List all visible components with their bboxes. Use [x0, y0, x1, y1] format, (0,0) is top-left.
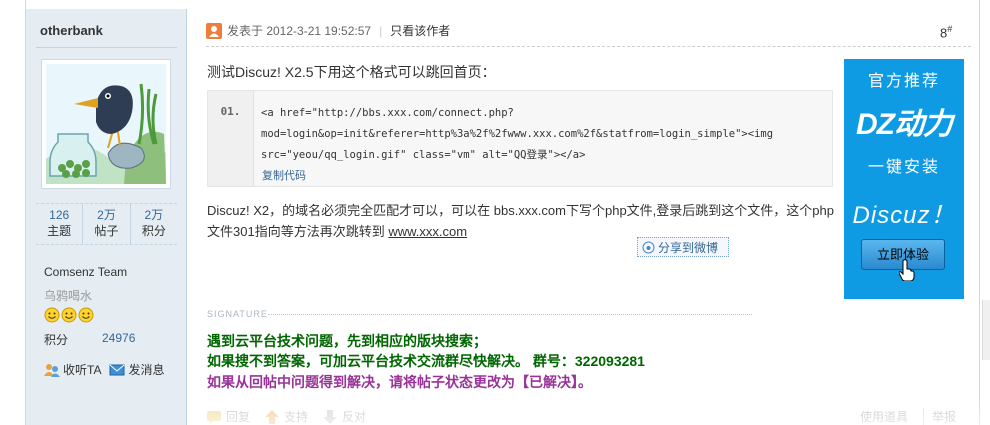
- code-text: <a href="http://bbs.xxx.com/connect.php?…: [261, 107, 780, 161]
- weibo-icon: [642, 241, 655, 253]
- follow-link[interactable]: 收听TA: [44, 361, 101, 378]
- use-tools-menu[interactable]: 使用道具: [860, 408, 908, 425]
- share-label: 分享到微博: [658, 240, 719, 255]
- post-header: 发表于 2012-3-21 19:52:57 | 只看该作者: [206, 22, 450, 39]
- avatar-image: [46, 64, 166, 184]
- smiley-icon: [44, 307, 60, 323]
- signature-line1: 遇到云平台技术问题，先到相应的版块搜索；: [207, 333, 487, 349]
- scrollbar[interactable]: [982, 300, 990, 360]
- copy-code-link[interactable]: 复制代码: [262, 167, 306, 183]
- envelope-icon: [109, 364, 125, 375]
- reply-button[interactable]: 回复: [206, 408, 250, 425]
- hand-cursor-icon: [899, 259, 915, 281]
- points-label: 积分: [44, 333, 69, 347]
- only-author-link[interactable]: 只看该作者: [390, 22, 450, 39]
- points-value: 24976: [102, 331, 136, 345]
- signature-title: SIGNATURE: [207, 309, 268, 319]
- support-button[interactable]: 支持: [264, 408, 308, 425]
- signature-line3: 如果从回帖中问题得到解决，请将帖子状态更改为【已解决】。: [207, 374, 592, 390]
- oppose-label: 反对: [342, 410, 367, 424]
- share-weibo-button[interactable]: 分享到微博: [637, 237, 729, 257]
- reply-label: 回复: [226, 410, 251, 424]
- divider: [36, 47, 177, 48]
- stat-threads[interactable]: 126 主题: [36, 204, 84, 244]
- header-divider: [206, 46, 971, 47]
- post-time: 发表于 2012-3-21 19:52:57: [227, 24, 372, 38]
- thumb-up-icon: [265, 409, 280, 424]
- header-separator: |: [379, 23, 383, 38]
- code-block: 01. <a href="http://bbs.xxx.com/connect.…: [207, 90, 833, 187]
- report-link[interactable]: 举报: [923, 408, 956, 425]
- ad-line2: DZ动力: [856, 108, 953, 141]
- ad-line4: Discuz！: [852, 202, 956, 229]
- stat-credits[interactable]: 2万 积分: [131, 204, 177, 244]
- oppose-button[interactable]: 反对: [322, 408, 366, 425]
- smiley-icon: [78, 307, 94, 323]
- follow-icon: [44, 363, 60, 377]
- code-line-number: 01.: [208, 91, 254, 186]
- post-actions: 回复 支持 反对: [206, 408, 366, 425]
- user-stats: 126 主题 2万 帖子 2万 积分: [36, 203, 177, 245]
- username-link[interactable]: otherbank: [40, 23, 103, 38]
- reply-icon: [207, 410, 221, 424]
- follow-label: 收听TA: [63, 363, 102, 377]
- post-paragraph: Discuz! X2，的域名必须完全匹配才可以，可以在 bbs.xxx.com下…: [207, 203, 834, 239]
- ad-line3: 一键安装: [867, 159, 940, 176]
- ad-line1: 官方推荐: [867, 73, 940, 90]
- stat-posts[interactable]: 2万 帖子: [83, 204, 131, 244]
- user-actions: 收听TA 发消息: [44, 361, 164, 378]
- post-link[interactable]: www.xxx.com: [388, 224, 467, 239]
- floor-number[interactable]: 8#: [940, 24, 952, 40]
- message-label: 发消息: [128, 363, 165, 377]
- user-rank: 乌鸦喝水: [44, 289, 93, 303]
- support-label: 支持: [284, 410, 309, 424]
- thumb-down-icon: [323, 409, 338, 424]
- rank-stars: [44, 307, 94, 323]
- smiley-icon: [61, 307, 77, 323]
- user-online-icon: [206, 22, 222, 39]
- ad-banner[interactable]: 官方推荐 DZ动力 一键安装 Discuz！ 立即体验: [844, 59, 964, 299]
- message-link[interactable]: 发消息: [109, 361, 164, 378]
- signature-divider: [268, 314, 752, 315]
- signature-line2: 如果搜不到答案，可加云平台技术交流群尽快解决。 群号：322093281: [207, 353, 645, 369]
- user-sidebar: otherbank 126 主题 2万 帖子 2万 积分 Comsenz Tea…: [26, 9, 187, 425]
- user-group[interactable]: Comsenz Team: [44, 265, 127, 279]
- avatar[interactable]: [41, 59, 171, 189]
- post-lead-text: 测试Discuz! X2.5下用这个格式可以跳回首页：: [207, 64, 496, 80]
